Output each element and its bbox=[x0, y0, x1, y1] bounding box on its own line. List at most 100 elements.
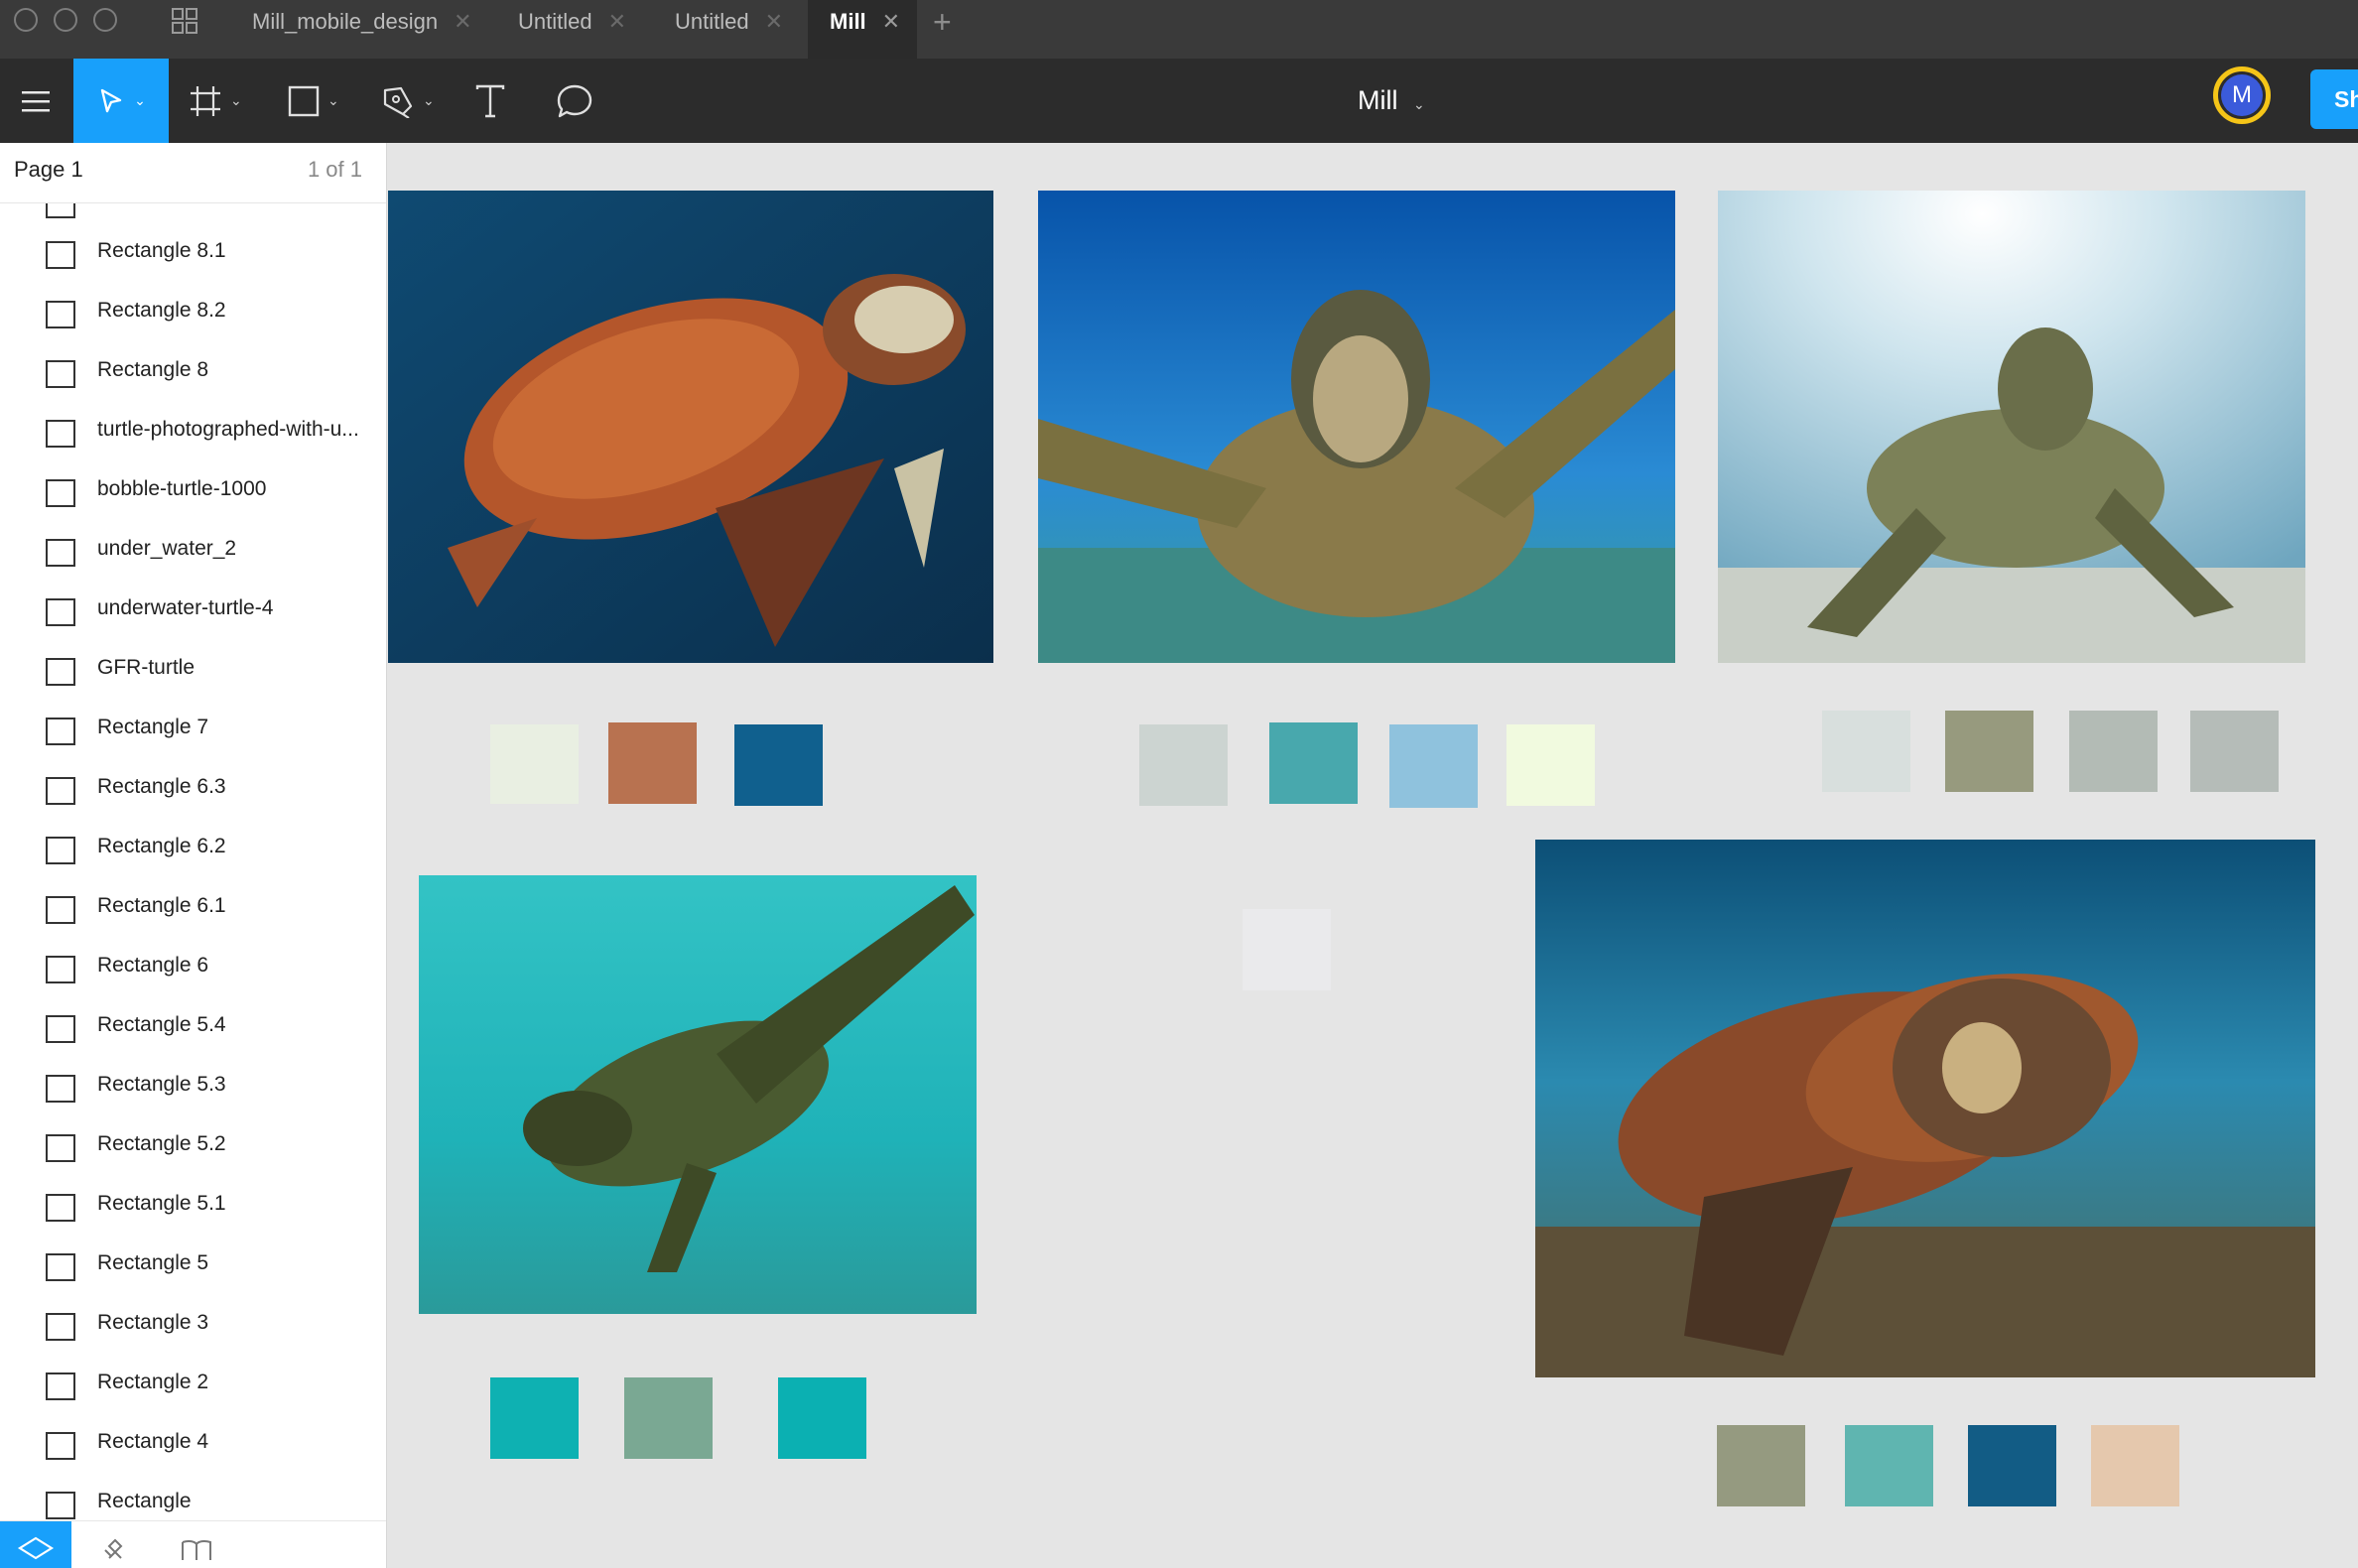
close-tab-icon[interactable]: ✕ bbox=[765, 9, 783, 34]
close-tab-icon[interactable]: ✕ bbox=[608, 9, 626, 34]
turtle-image bbox=[1038, 191, 1675, 663]
layer-row[interactable]: Rectangle 6.1 bbox=[0, 880, 386, 940]
frame-tool-button[interactable]: ⌄ bbox=[189, 59, 258, 143]
frame-icon bbox=[46, 1313, 75, 1341]
color-swatch[interactable] bbox=[490, 1377, 579, 1459]
layer-label: under_water_2 bbox=[97, 537, 237, 560]
text-tool-button[interactable] bbox=[474, 59, 514, 143]
color-swatch[interactable] bbox=[1389, 724, 1478, 808]
layer-label: Rectangle 5.4 bbox=[97, 1013, 226, 1036]
layer-row[interactable]: Rectangle 3 bbox=[0, 1297, 386, 1357]
move-tool-button[interactable]: ⌄ bbox=[73, 59, 169, 143]
document-title-menu[interactable]: Mill ⌄ bbox=[1358, 59, 1425, 143]
color-swatch[interactable] bbox=[2091, 1425, 2179, 1506]
shape-tool-button[interactable]: ⌄ bbox=[288, 59, 353, 143]
minimize-window-button[interactable] bbox=[54, 8, 77, 32]
color-swatch[interactable] bbox=[1139, 724, 1228, 806]
assets-tab[interactable] bbox=[161, 1521, 232, 1568]
color-swatch[interactable] bbox=[2069, 711, 2158, 792]
turtle-photo[interactable] bbox=[1535, 840, 2315, 1377]
layer-row[interactable]: bobble-turtle-1000 bbox=[0, 463, 386, 523]
color-swatch[interactable] bbox=[608, 722, 697, 804]
layer-label: turtle-photographed-with-u... bbox=[97, 418, 359, 441]
layer-row[interactable]: turtle-photographed-with-u... bbox=[0, 404, 386, 463]
share-button[interactable]: Sh bbox=[2310, 69, 2358, 129]
book-icon bbox=[182, 1539, 211, 1560]
chevron-down-icon: ⌄ bbox=[1413, 96, 1425, 112]
close-tab-icon[interactable]: ✕ bbox=[454, 9, 471, 34]
frame-icon bbox=[191, 85, 220, 116]
frame-icon bbox=[46, 301, 75, 328]
frame-icon bbox=[46, 956, 75, 983]
turtle-photo[interactable] bbox=[1718, 191, 2305, 663]
comment-bubble-icon bbox=[557, 84, 592, 117]
color-swatch[interactable] bbox=[778, 1377, 866, 1459]
layer-label: Rectangle 6.1 bbox=[97, 894, 226, 917]
layer-row[interactable]: Rectangle 4 bbox=[0, 1416, 386, 1476]
color-swatch[interactable] bbox=[1845, 1425, 1933, 1506]
color-swatch[interactable] bbox=[1243, 909, 1331, 990]
color-swatch[interactable] bbox=[1822, 711, 1910, 792]
layer-row[interactable]: Rectangle 6.2 bbox=[0, 821, 386, 880]
layers-icon bbox=[17, 1536, 55, 1560]
text-icon bbox=[475, 84, 505, 117]
color-swatch[interactable] bbox=[624, 1377, 713, 1459]
color-swatch[interactable] bbox=[1945, 711, 2033, 792]
file-browser-icon[interactable] bbox=[171, 7, 198, 35]
close-tab-icon[interactable]: ✕ bbox=[882, 9, 900, 34]
layer-row[interactable]: under_water_2 bbox=[0, 523, 386, 583]
close-window-button[interactable] bbox=[14, 8, 38, 32]
layer-label: Rectangle 4 bbox=[97, 1430, 209, 1453]
new-tab-icon[interactable]: + bbox=[933, 4, 952, 41]
layer-row[interactable]: Rectangle 5.3 bbox=[0, 1059, 386, 1118]
color-swatch[interactable] bbox=[490, 724, 579, 804]
frame-icon bbox=[46, 658, 75, 686]
tab-mill-mobile-design[interactable]: Mill_mobile_design ✕ bbox=[234, 0, 482, 59]
color-swatch[interactable] bbox=[1968, 1425, 2056, 1506]
layer-row[interactable]: Rectangle 5.2 bbox=[0, 1118, 386, 1178]
layer-row[interactable]: GFR-turtle bbox=[0, 642, 386, 702]
layer-row[interactable]: Rectangle 7 bbox=[0, 702, 386, 761]
frame-icon bbox=[46, 420, 75, 448]
layer-row[interactable]: Rectangle 8.1 bbox=[0, 225, 386, 285]
layer-label: Rectangle 5.3 bbox=[97, 1073, 226, 1096]
turtle-photo[interactable] bbox=[419, 875, 977, 1314]
layer-row[interactable]: Rectangle 8.2 bbox=[0, 285, 386, 344]
zoom-window-button[interactable] bbox=[93, 8, 117, 32]
layer-label: underwater-turtle-4 bbox=[97, 596, 274, 619]
layer-row[interactable]: underwater-turtle-4 bbox=[0, 583, 386, 642]
frame-icon bbox=[46, 1372, 75, 1400]
layer-label: Rectangle 7 bbox=[97, 716, 209, 738]
layers-tab[interactable] bbox=[0, 1521, 71, 1568]
color-swatch[interactable] bbox=[734, 724, 823, 806]
turtle-photo[interactable] bbox=[1038, 191, 1675, 663]
frame-icon bbox=[46, 1194, 75, 1222]
layer-row[interactable]: Rectangle 6.3 bbox=[0, 761, 386, 821]
layer-label: GFR-turtle bbox=[97, 656, 196, 679]
main-menu-button[interactable] bbox=[0, 59, 71, 143]
tab-untitled-1[interactable]: Untitled ✕ bbox=[500, 0, 649, 59]
page-selector[interactable]: Page 1 1 of 1 bbox=[0, 143, 386, 203]
components-icon bbox=[104, 1538, 123, 1559]
layer-row[interactable]: Rectangle 8 bbox=[0, 344, 386, 404]
layer-row[interactable]: Rectangle 5.4 bbox=[0, 999, 386, 1059]
turtle-photo[interactable] bbox=[388, 191, 993, 663]
layer-row[interactable]: Rectangle 2 bbox=[0, 1357, 386, 1416]
layer-row[interactable]: Rectangle 6 bbox=[0, 940, 386, 999]
color-swatch[interactable] bbox=[1717, 1425, 1805, 1506]
layer-label: Rectangle bbox=[97, 1490, 192, 1512]
color-swatch[interactable] bbox=[2190, 711, 2279, 792]
frame-icon bbox=[46, 1492, 75, 1519]
tab-mill[interactable]: Mill ✕ bbox=[808, 0, 917, 59]
layer-label: Rectangle 2 bbox=[97, 1371, 209, 1393]
layer-row[interactable]: Rectangle 5.1 bbox=[0, 1178, 386, 1238]
color-swatch[interactable] bbox=[1506, 724, 1595, 806]
layer-row[interactable]: Rectangle 5 bbox=[0, 1238, 386, 1297]
components-tab[interactable] bbox=[79, 1521, 151, 1568]
color-swatch[interactable] bbox=[1269, 722, 1358, 804]
tab-untitled-2[interactable]: Untitled ✕ bbox=[655, 0, 804, 59]
avatar[interactable]: M bbox=[2213, 66, 2271, 124]
pen-tool-button[interactable]: ⌄ bbox=[381, 59, 447, 143]
hamburger-menu-icon bbox=[22, 90, 50, 111]
comment-tool-button[interactable] bbox=[556, 59, 599, 143]
